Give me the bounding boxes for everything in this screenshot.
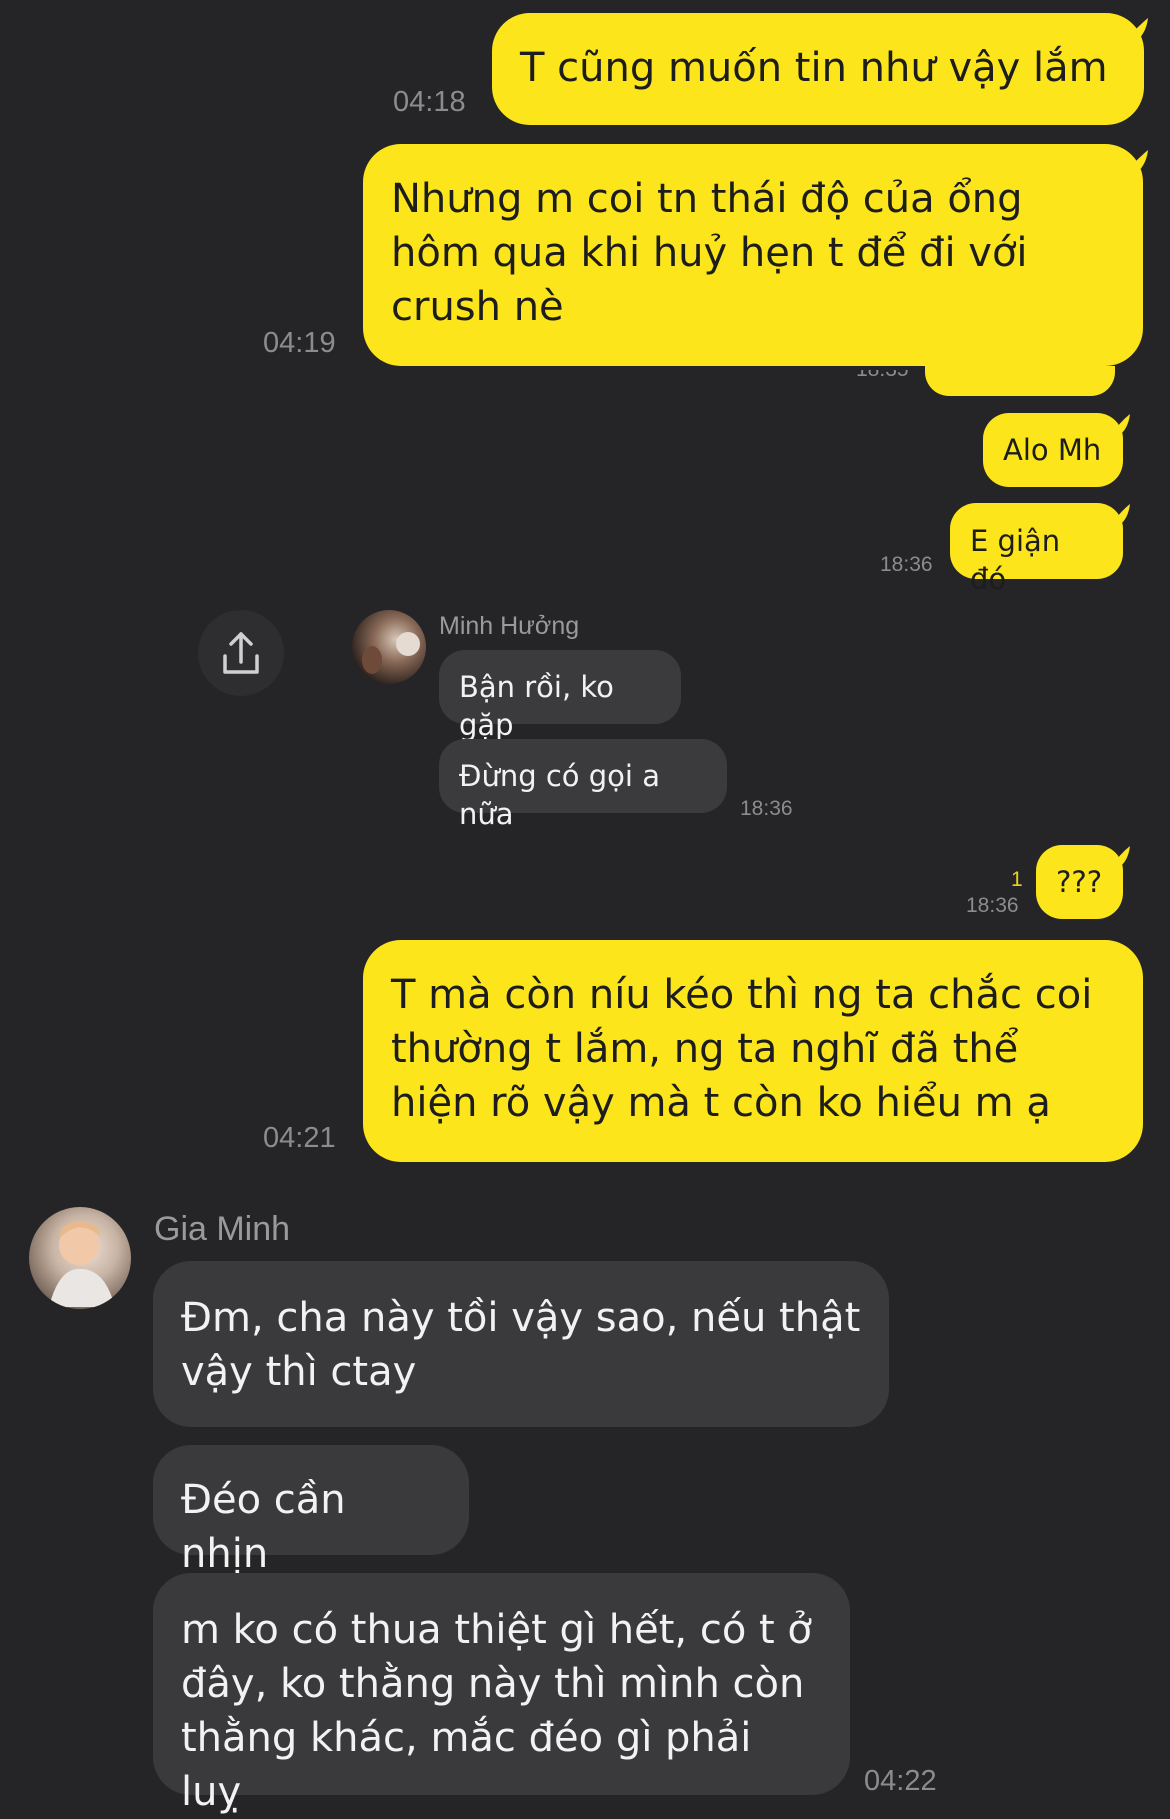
bubble-tail: [1110, 846, 1130, 868]
their-message-bubble[interactable]: Đm, cha này tồi vậy sao, nếu thật vậy th…: [153, 1261, 889, 1427]
avatar[interactable]: [352, 610, 426, 684]
avatar-photo: [362, 632, 420, 674]
my-message-bubble[interactable]: E giận đó: [950, 503, 1123, 596]
my-message-bubble[interactable]: T mà còn níu kéo thì ng ta chắc coi thườ…: [363, 940, 1143, 1162]
message-text: ???: [1056, 865, 1103, 899]
message-time: 18:36: [740, 797, 793, 820]
unread-count: 1: [1011, 868, 1023, 891]
message-text: Đéo cần nhịn: [181, 1477, 346, 1577]
message-time: 18:36: [966, 894, 1019, 917]
message-time: 18:36: [880, 553, 933, 576]
avatar[interactable]: [29, 1207, 131, 1309]
share-button[interactable]: [198, 610, 284, 696]
bubble-tail: [1122, 18, 1148, 44]
message-text: Đm, cha này tồi vậy sao, nếu thật vậy th…: [181, 1295, 861, 1395]
bubble-tail: [1122, 150, 1148, 176]
message-time: 04:21: [263, 1122, 336, 1154]
message-time: 04:22: [864, 1765, 937, 1797]
cut-off-bubble: [925, 366, 1115, 396]
bubble-tail: [1110, 414, 1130, 436]
share-upload-icon: [223, 632, 259, 674]
message-time: 04:18: [393, 86, 466, 118]
their-message-bubble[interactable]: Đừng có gọi a nữa: [439, 739, 727, 831]
message-text: T cũng muốn tin như vậy lắm: [520, 45, 1108, 91]
their-message-bubble[interactable]: Bận rồi, ko gặp: [439, 650, 681, 742]
their-message-bubble[interactable]: Đéo cần nhịn: [153, 1445, 469, 1577]
message-text: Đừng có gọi a nữa: [459, 759, 660, 831]
avatar-photo: [49, 1221, 115, 1307]
my-message-bubble[interactable]: T cũng muốn tin như vậy lắm: [492, 13, 1144, 125]
message-text: Alo Mh: [1003, 433, 1102, 467]
message-text: Bận rồi, ko gặp: [459, 670, 614, 742]
message-text: m ko có thua thiệt gì hết, có t ở đây, k…: [181, 1607, 812, 1815]
sender-name: Gia Minh: [154, 1210, 291, 1248]
sender-name: Minh Hưởng: [439, 612, 580, 640]
cut-off-time: 18:35: [856, 370, 909, 384]
bubble-tail: [1110, 504, 1130, 526]
message-text: Nhưng m coi tn thái độ của ổng hôm qua k…: [391, 176, 1028, 330]
my-message-bubble[interactable]: Alo Mh: [983, 413, 1123, 487]
message-text: T mà còn níu kéo thì ng ta chắc coi thườ…: [391, 972, 1093, 1126]
their-message-bubble[interactable]: m ko có thua thiệt gì hết, có t ở đây, k…: [153, 1573, 850, 1815]
my-message-bubble[interactable]: Nhưng m coi tn thái độ của ổng hôm qua k…: [363, 144, 1143, 366]
message-text: E giận đó: [970, 524, 1061, 596]
message-time: 04:19: [263, 327, 336, 359]
